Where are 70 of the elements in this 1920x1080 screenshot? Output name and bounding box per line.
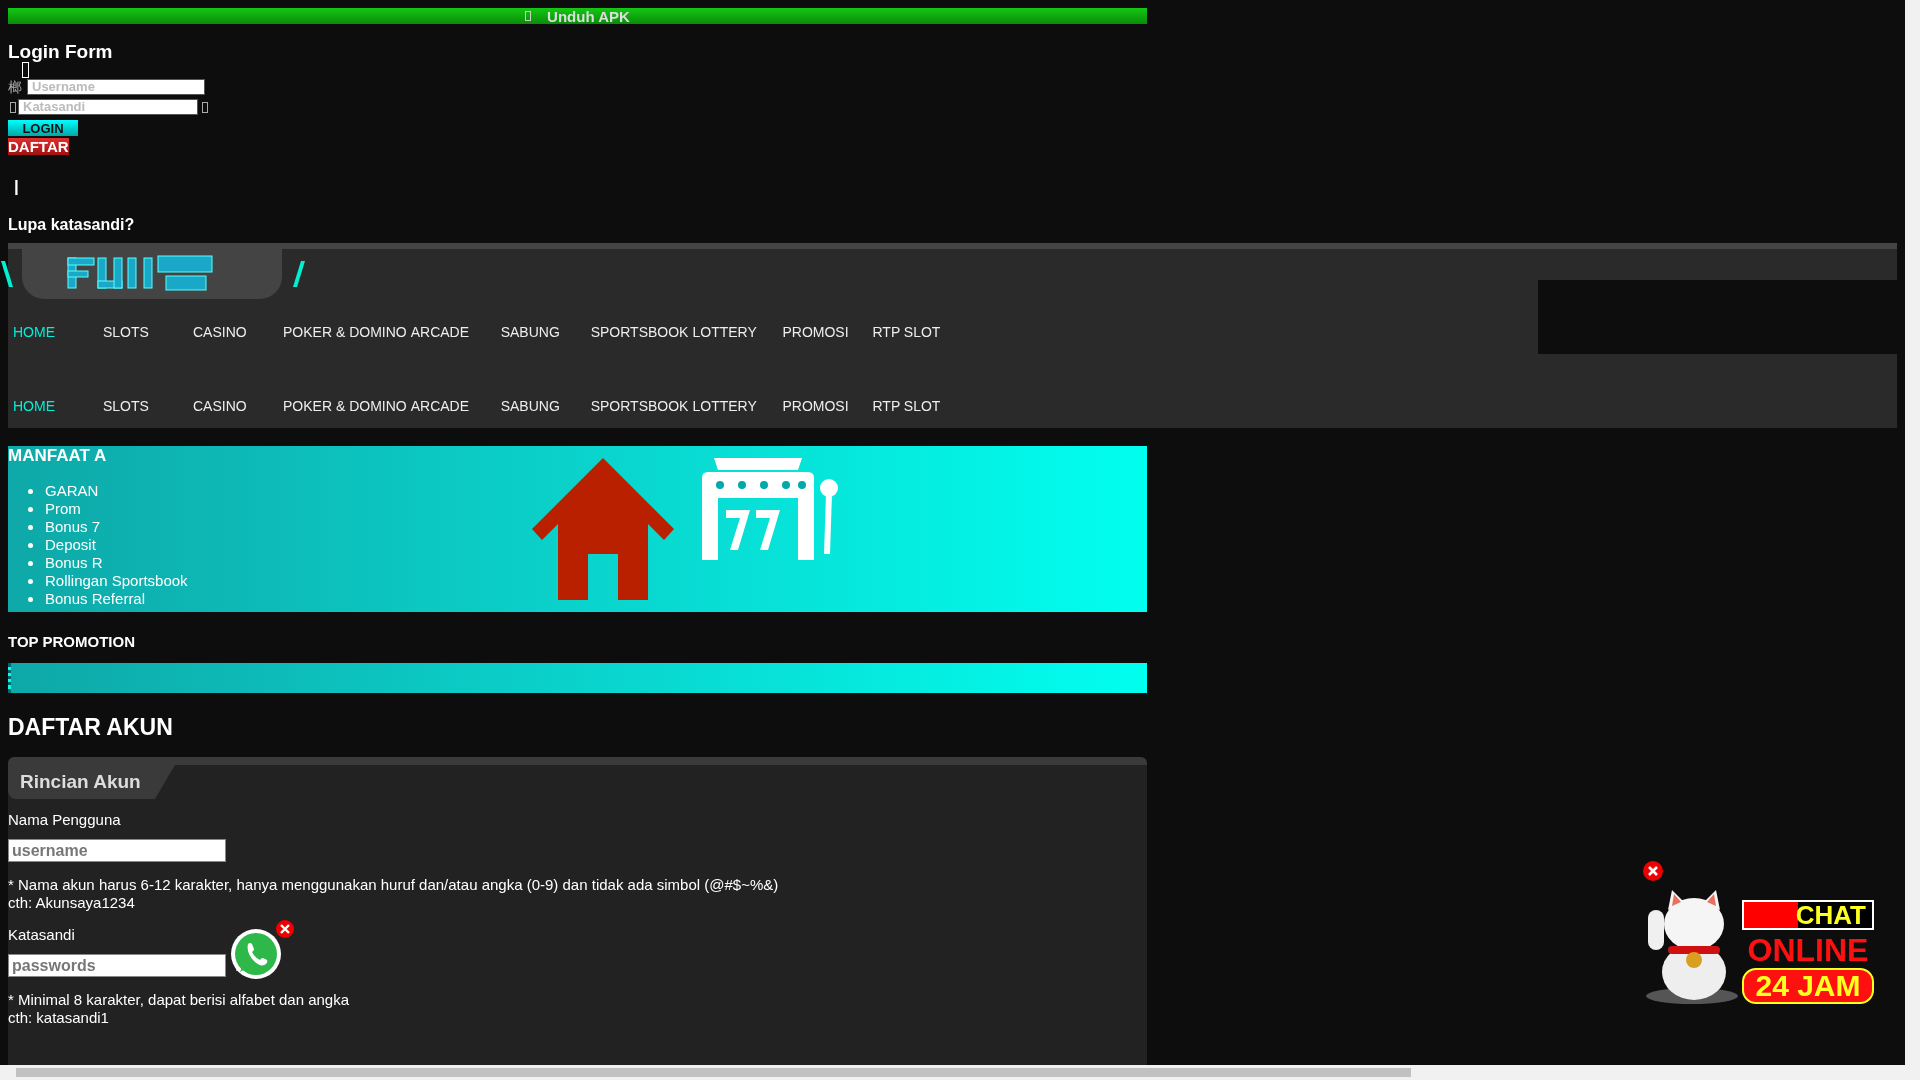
hint-text: * Nama akun harus 6-12 karakter, hanya menggunakan huruf dan/atau angka (0-9) dan tidak ada simbol (@#$~%&) xyxy=(8,876,779,894)
separator-text: | xyxy=(14,177,19,197)
benefit-item: GARAN xyxy=(45,480,99,501)
username-field[interactable]: username xyxy=(8,839,226,862)
benefit-item: Bonus Referral xyxy=(45,589,146,609)
form-title: Login Form xyxy=(8,40,113,64)
logo-icon xyxy=(66,254,216,294)
horizontal-scrollbar[interactable] xyxy=(0,1065,1905,1080)
benefit-item: Bonus 7 xyxy=(45,516,101,537)
nav-link[interactable]: SPORTSBOOK xyxy=(590,396,693,416)
nav-link[interactable]: HOME xyxy=(13,396,103,416)
benefit-item: Deposit xyxy=(45,534,96,555)
nav-link[interactable]: SABUNG xyxy=(500,396,591,416)
nav-link[interactable]: SLOTS xyxy=(103,322,193,342)
username-field[interactable]: Username xyxy=(27,79,205,95)
password-field[interactable]: passwords xyxy=(8,954,226,977)
bullet-icon xyxy=(28,560,33,566)
hours-badge: 24 JAM xyxy=(1742,968,1874,1004)
nav-link[interactable]: ARCADE xyxy=(410,396,501,416)
section-tab[interactable]: Rincian Akun xyxy=(8,765,175,799)
nav-link[interactable]: CASINO xyxy=(193,396,283,416)
nav-link[interactable]: PROMOSI xyxy=(782,396,873,416)
bullet-icon xyxy=(28,542,33,548)
bullet-icon xyxy=(28,596,33,602)
field-label: Nama Pengguna xyxy=(8,811,121,829)
benefit-item: Rollingan Sportsbook xyxy=(45,570,188,591)
nav-link[interactable]: PROMOSI xyxy=(782,322,873,342)
nav-link[interactable]: SPORTSBOOK xyxy=(590,322,693,342)
benefit-item: Prom xyxy=(45,498,81,519)
app-icon xyxy=(525,11,532,21)
bullet-icon xyxy=(28,578,33,584)
field-label: Katasandi xyxy=(8,926,75,944)
nav-link[interactable]: CASINO xyxy=(193,322,283,342)
hint-text: cth: katasandi1 xyxy=(8,1009,109,1027)
scrollbar-thumb[interactable] xyxy=(16,1068,1411,1077)
vertical-scrollbar[interactable] xyxy=(1905,0,1920,1080)
password-field[interactable]: Katasandi xyxy=(18,99,198,115)
nav-link[interactable]: LOTTERY xyxy=(692,396,783,416)
benefit-item: Bonus R xyxy=(45,553,103,573)
nav-link[interactable]: RTP SLOT xyxy=(872,396,963,416)
download-label: Unduh APK xyxy=(547,8,630,24)
slash-icon xyxy=(0,261,14,287)
hint-text: * Minimal 8 karakter, dapat berisi alfabet dan angka xyxy=(8,991,350,1009)
bullet-icon xyxy=(28,524,33,530)
nav-link[interactable]: ARCADE xyxy=(410,322,501,342)
slash-icon xyxy=(292,261,306,287)
close-icon[interactable] xyxy=(1643,861,1663,881)
nav-link[interactable]: RTP SLOT xyxy=(872,322,963,342)
bullet-icon xyxy=(28,488,33,494)
user-icon xyxy=(22,62,29,78)
chat-bubble-icon[interactable] xyxy=(230,928,282,980)
nav-link[interactable]: SABUNG xyxy=(500,322,591,342)
nav-link[interactable]: POKER & DOMINO xyxy=(283,396,411,416)
nav-link[interactable]: SLOTS xyxy=(103,396,193,416)
nav-link[interactable]: LOTTERY xyxy=(692,322,783,342)
eye-icon xyxy=(202,101,208,113)
close-icon[interactable] xyxy=(276,920,294,938)
forgot-password-link[interactable]: Lupa katasandi? xyxy=(8,215,135,235)
hint-text: cth: Akunsaya1234 xyxy=(8,894,135,912)
register-button[interactable]: DAFTAR xyxy=(8,138,69,155)
lock-icon xyxy=(10,101,16,113)
nav-link[interactable]: HOME xyxy=(13,322,103,342)
section-title: DAFTAR AKUN xyxy=(8,713,173,741)
online-label: ONLINE xyxy=(1747,932,1869,968)
login-button[interactable]: LOGIN xyxy=(8,120,78,136)
field-prefix-glyph: 榔 xyxy=(8,80,23,94)
bullet-icon xyxy=(28,506,33,512)
section-title: TOP PROMOTION xyxy=(8,632,135,652)
nav-link[interactable]: POKER & DOMINO xyxy=(283,322,411,342)
section-title: MANFAAT A xyxy=(8,446,107,466)
